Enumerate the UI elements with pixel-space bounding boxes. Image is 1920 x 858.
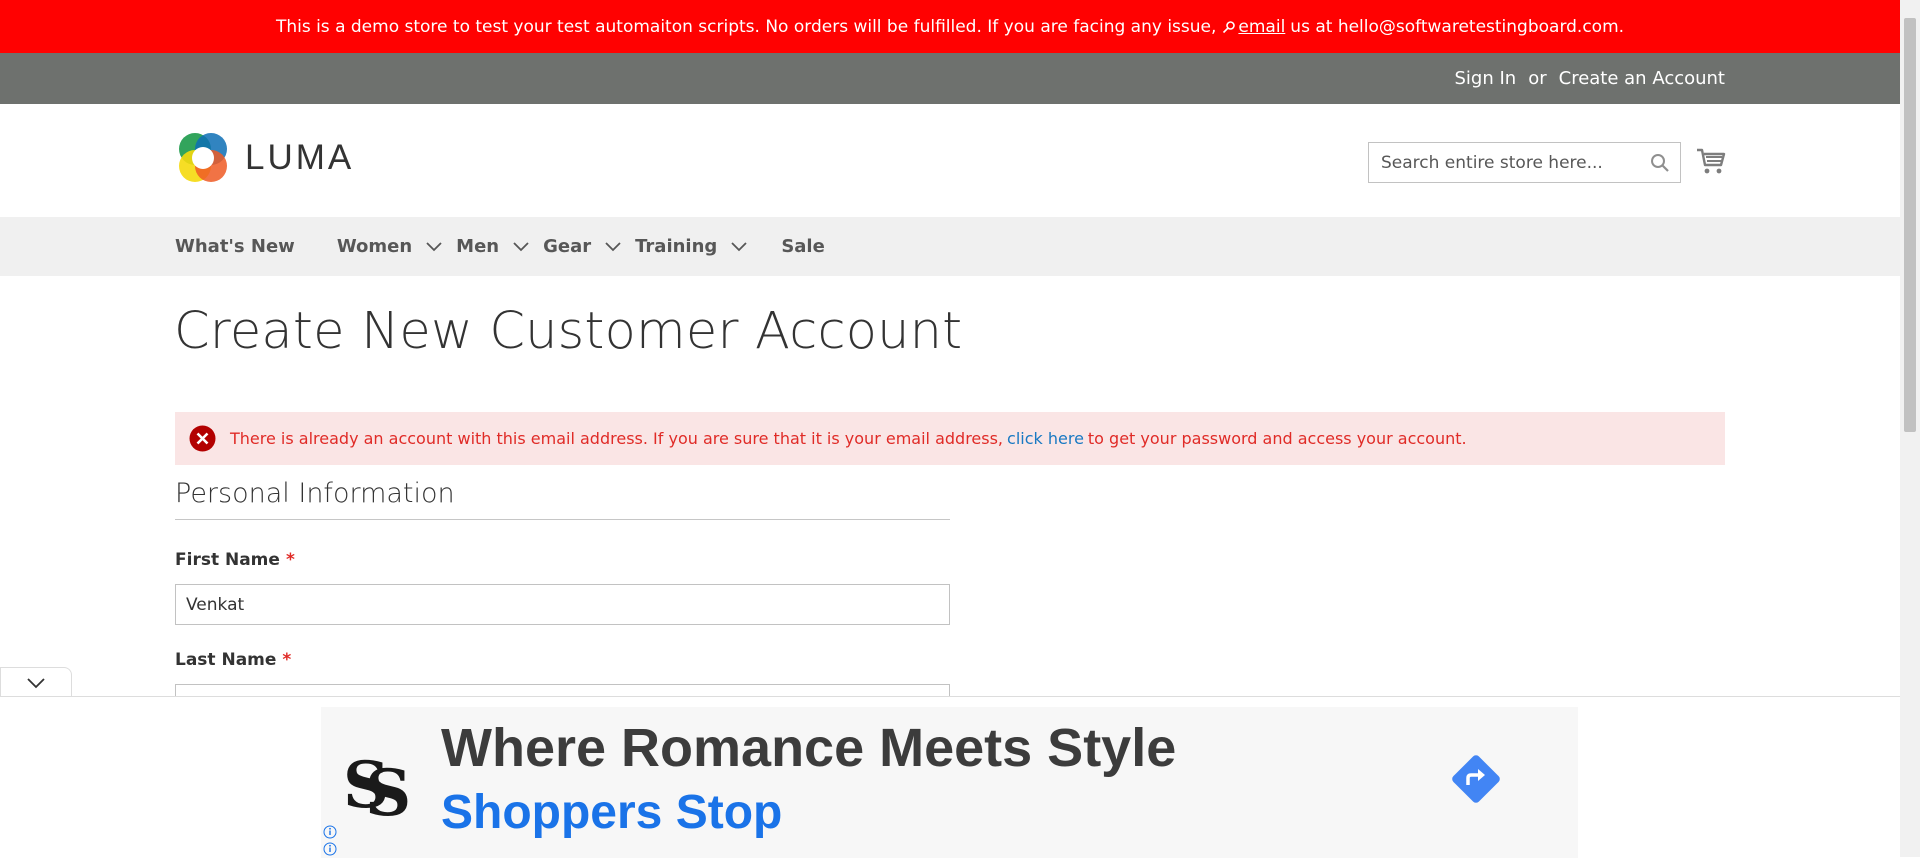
click-here-link[interactable]: click here — [1007, 429, 1084, 448]
nav-item-label: Men — [456, 236, 500, 257]
first-name-label: First Name * — [175, 550, 295, 570]
nav-item-men[interactable]: Men — [456, 236, 529, 257]
or-separator: or — [1528, 68, 1547, 89]
nav-item-training[interactable]: Training — [635, 236, 747, 257]
last-name-label-text: Last Name — [175, 650, 277, 670]
error-icon — [189, 425, 216, 452]
required-marker: * — [285, 550, 295, 570]
directions-icon[interactable] — [1446, 749, 1506, 809]
chevron-down-icon — [513, 241, 529, 251]
svg-text:S: S — [365, 756, 411, 821]
error-text-after: to get your password and access your acc… — [1087, 429, 1467, 448]
first-name-field — [175, 584, 950, 625]
chevron-down-icon — [426, 241, 442, 251]
create-account-link[interactable]: Create an Account — [1559, 68, 1725, 89]
demo-banner-text: This is a demo store to test your test a… — [275, 16, 1217, 37]
nav-item-sale[interactable]: Sale — [781, 236, 825, 257]
page-scrollbar[interactable] — [1900, 0, 1920, 857]
logo-text: LUMA — [245, 138, 355, 177]
info-icon[interactable] — [323, 825, 337, 857]
scrollbar-thumb[interactable] — [1904, 18, 1916, 432]
sign-in-link[interactable]: Sign In — [1455, 68, 1517, 89]
nav-item-gear[interactable]: Gear — [543, 236, 621, 257]
luma-logo-icon — [179, 133, 227, 182]
chevron-down-icon — [27, 677, 45, 688]
chevron-down-icon — [605, 241, 621, 251]
ad-headline: Where Romance Meets Style — [441, 718, 1177, 778]
error-text: There is already an account with this em… — [230, 429, 1004, 448]
ad-collapse-button[interactable] — [0, 667, 72, 697]
nav-item-women[interactable]: Women — [337, 236, 442, 257]
ad-banner[interactable]: S S Where Romance Meets Style Shoppers S… — [321, 707, 1578, 858]
nav-item-label: Gear — [543, 236, 592, 257]
error-message: There is already an account with this em… — [175, 412, 1725, 465]
site-header: LUMA — [0, 104, 1900, 217]
nav-item-label: Sale — [781, 236, 825, 257]
shoppers-stop-logo-icon: S S — [343, 748, 411, 821]
search-input[interactable] — [1369, 143, 1680, 182]
search-icon[interactable] — [1650, 153, 1670, 173]
nav-item-whats-new[interactable]: What's New — [175, 236, 295, 257]
luma-logo[interactable]: LUMA — [175, 130, 354, 186]
main-navigation: What's New Women Men Gear Training Sale — [0, 217, 1900, 276]
page-title: Create New Customer Account — [174, 302, 963, 361]
ad-brand: Shoppers Stop — [441, 786, 783, 839]
cart-icon[interactable] — [1696, 146, 1726, 176]
key-icon — [1223, 20, 1236, 33]
demo-banner-text-after: us at hello@softwaretestingboard.com. — [1290, 16, 1625, 37]
first-name-label-text: First Name — [175, 550, 280, 570]
header-links-bar: Sign In or Create an Account — [0, 53, 1900, 104]
demo-store-banner: This is a demo store to test your test a… — [0, 0, 1900, 53]
first-name-input[interactable] — [176, 585, 949, 624]
required-marker: * — [282, 650, 292, 670]
chevron-down-icon — [731, 241, 747, 251]
last-name-label: Last Name * — [175, 650, 291, 670]
ad-overlay: S S Where Romance Meets Style Shoppers S… — [0, 696, 1900, 858]
email-link[interactable]: email — [1238, 17, 1285, 37]
personal-information-legend: Personal Information — [175, 478, 950, 520]
nav-item-label: Women — [336, 236, 413, 257]
nav-item-label: What's New — [175, 236, 295, 257]
nav-item-label: Training — [635, 236, 718, 257]
search-box — [1368, 142, 1681, 183]
